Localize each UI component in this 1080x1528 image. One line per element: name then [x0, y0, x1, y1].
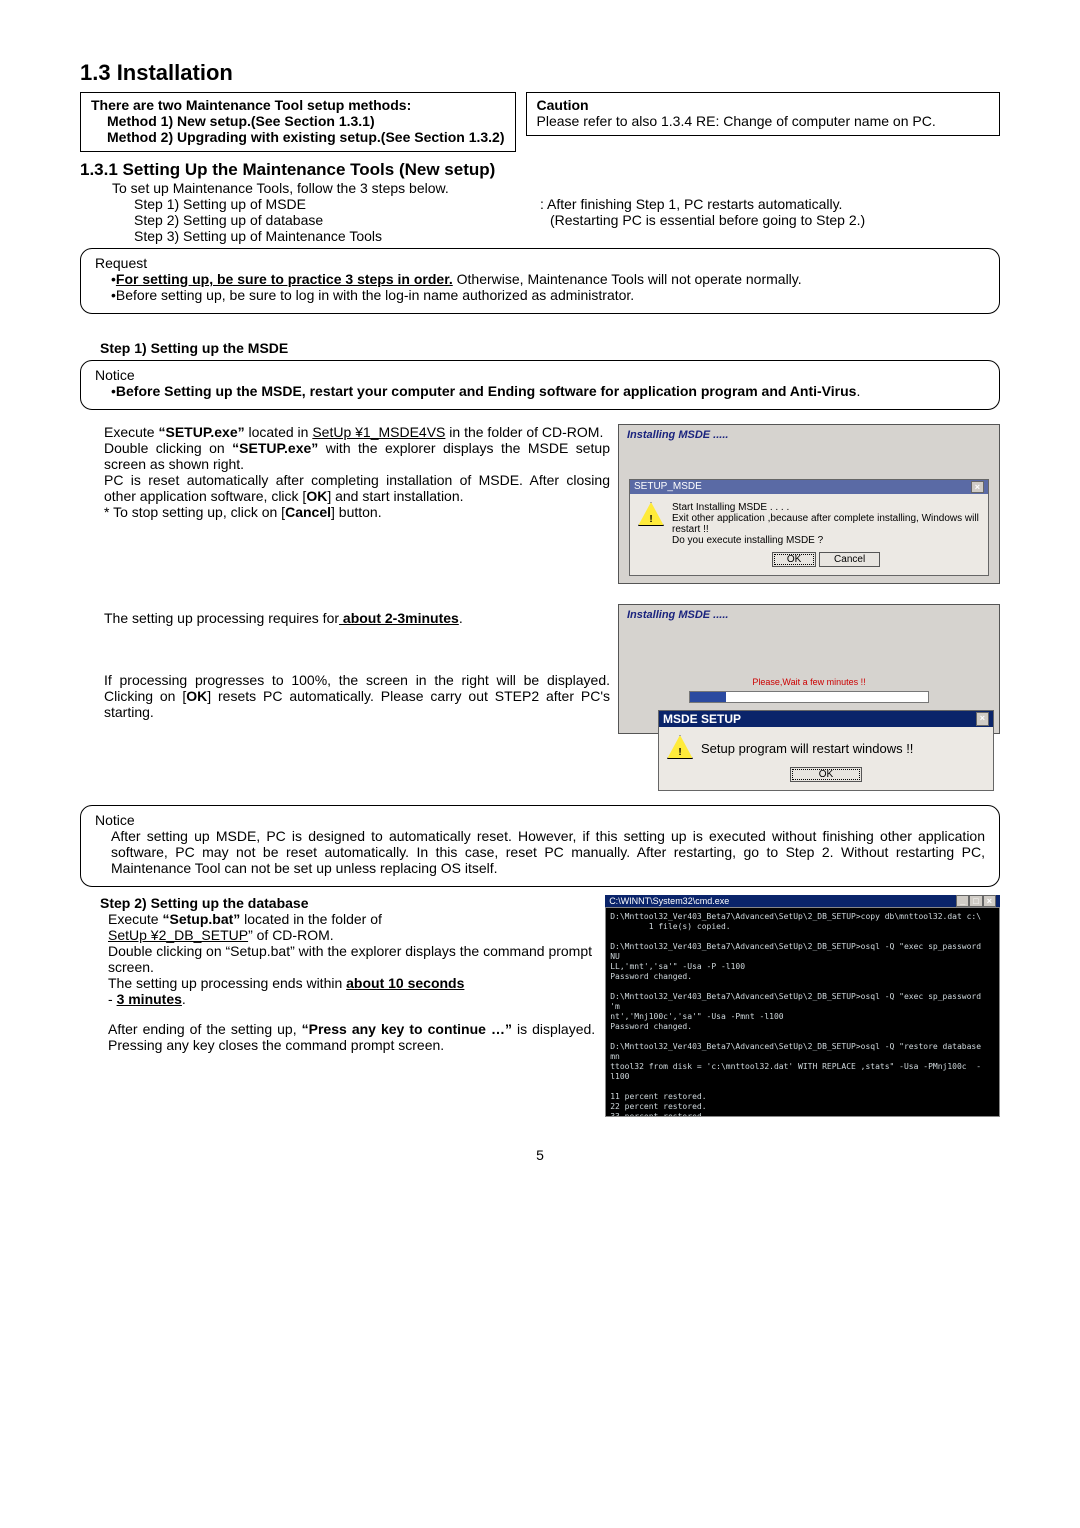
step1-notice-title: Notice: [95, 367, 985, 383]
close-icon[interactable]: ×: [976, 712, 989, 726]
notice2-body: After setting up MSDE, PC is designed to…: [95, 828, 985, 876]
cmd-title: C:\WINNT\System32\cmd.exe: [609, 896, 729, 906]
step1-notice-body: •Before Setting up the MSDE, restart you…: [95, 383, 985, 399]
request-bullet-2-text: Before setting up, be sure to log in wit…: [116, 287, 634, 303]
step-note-2: (Restarting PC is essential before going…: [540, 212, 1000, 228]
shot2-msg: Setup program will restart windows !!: [701, 735, 985, 759]
step1-p3: PC is reset automatically after completi…: [104, 472, 610, 504]
shot1-header: Installing MSDE .....: [619, 425, 999, 445]
screenshot-msde-dialog: Installing MSDE ..... SETUP_MSDE × ! Star…: [618, 424, 1000, 584]
max-icon[interactable]: □: [969, 895, 982, 907]
step-list-2: Step 2) Setting up of database: [80, 212, 540, 228]
step2-p4: After ending of the setting up, “Press a…: [108, 1021, 595, 1053]
step1-heading: Step 1) Setting up the MSDE: [80, 340, 1000, 356]
ok-button[interactable]: OK: [790, 767, 862, 782]
step2-p1: Execute “Setup.bat” located in the folde…: [108, 911, 595, 927]
shot1-line1: Start Installing MSDE . . . .: [672, 502, 980, 513]
screenshot-cmd: C:\WINNT\System32\cmd.exe _□× D:\Mnttool3…: [605, 895, 1000, 1117]
request-bullet-1: •For setting up, be sure to practice 3 s…: [95, 271, 985, 287]
shot2-header: Installing MSDE .....: [619, 605, 999, 625]
step2-p1d: SetUp ¥2_DB_SETUP” of CD-ROM.: [108, 927, 595, 943]
ok-button[interactable]: OK: [772, 552, 816, 567]
subsection-heading: 1.3.1 Setting Up the Maintenance Tools (…: [80, 160, 1000, 180]
step1-p5: The setting up processing requires for a…: [104, 610, 610, 626]
request-box: Request •For setting up, be sure to prac…: [80, 248, 1000, 314]
step2-p2: Double clicking on “Setup.bat” with the …: [108, 943, 595, 975]
warning-icon: !: [638, 502, 664, 526]
step1-p6: If processing progresses to 100%, the sc…: [104, 672, 610, 720]
caution-body: Please refer to also 1.3.4 RE: Change of…: [537, 113, 990, 129]
shot2-dlg-title: MSDE SETUP: [663, 712, 741, 726]
min-icon[interactable]: _: [956, 895, 969, 907]
methods-line1: There are two Maintenance Tool setup met…: [91, 97, 505, 113]
methods-box: There are two Maintenance Tool setup met…: [80, 92, 516, 152]
screenshot-restart-dialog: MSDE SETUP × ! Setup program will restart…: [658, 710, 994, 791]
request-title: Request: [95, 255, 985, 271]
caution-title: Caution: [537, 97, 990, 113]
shot1-line2: Exit other application ,because after co…: [672, 513, 980, 535]
shot1-dlg-title: SETUP_MSDE: [634, 481, 702, 493]
step-note-1: : After finishing Step 1, PC restarts au…: [540, 196, 1000, 212]
notice2-box: Notice After setting up MSDE, PC is desi…: [80, 805, 1000, 887]
cmd-body: D:\Mnttool32_Ver403_Beta7\Advanced\SetUp…: [605, 907, 1000, 1117]
shot2-wait: Please,Wait a few minutes !!: [619, 677, 999, 687]
step2-heading: Step 2) Setting up the database: [80, 895, 595, 911]
step1-notice-bold: Before Setting up the MSDE, restart your…: [116, 383, 857, 399]
step1-p2: Double clicking on “SETUP.exe” with the …: [104, 440, 610, 472]
section-heading: 1.3 Installation: [80, 60, 1000, 86]
request-bullet-1a: For setting up, be sure to practice 3 st…: [116, 271, 453, 287]
methods-line2: Method 1) New setup.(See Section 1.3.1): [91, 113, 505, 129]
cancel-button[interactable]: Cancel: [819, 552, 880, 567]
step1-notice-tail: .: [856, 383, 860, 399]
request-bullet-1b: Otherwise, Maintenance Tools will not op…: [453, 271, 802, 287]
intro-line: To set up Maintenance Tools, follow the …: [80, 180, 1000, 196]
step1-p1: Execute “SETUP.exe” located in SetUp ¥1_…: [104, 424, 610, 440]
close-icon[interactable]: ×: [971, 481, 984, 493]
methods-line3: Method 2) Upgrading with existing setup.…: [91, 129, 505, 145]
step-list-3: Step 3) Setting up of Maintenance Tools: [80, 228, 540, 244]
step2-p3: The setting up processing ends within ab…: [108, 975, 595, 1007]
caution-box: Caution Please refer to also 1.3.4 RE: C…: [526, 92, 1001, 136]
page-number: 5: [80, 1147, 1000, 1163]
warning-icon: !: [667, 735, 693, 759]
step1-p4: * To stop setting up, click on [Cancel] …: [104, 504, 610, 520]
request-bullet-2: •Before setting up, be sure to log in wi…: [95, 287, 985, 303]
shot1-line3: Do you execute installing MSDE ?: [672, 535, 980, 546]
step1-notice-box: Notice •Before Setting up the MSDE, rest…: [80, 360, 1000, 410]
notice2-title: Notice: [95, 812, 985, 828]
step-list-1: Step 1) Setting up of MSDE: [80, 196, 540, 212]
close-icon[interactable]: ×: [983, 895, 996, 907]
